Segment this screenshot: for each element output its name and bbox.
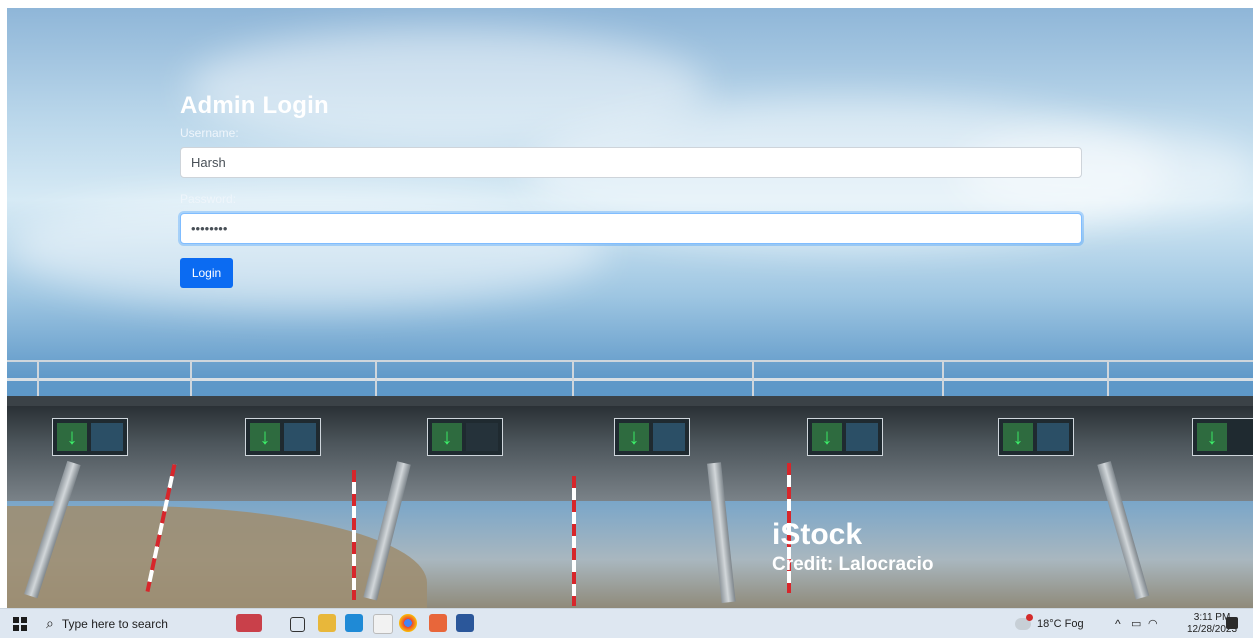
railing	[7, 378, 1253, 381]
search-icon: ⌕	[46, 615, 54, 631]
lane-sign: ↓	[52, 418, 128, 456]
admin-login-form: Admin Login Username: Password: Login	[180, 92, 1082, 288]
railing	[7, 360, 1253, 362]
battery-icon[interactable]: ▭	[1131, 609, 1141, 638]
lane-sign: ↓	[1192, 418, 1253, 456]
down-arrow-icon: ↓	[1197, 423, 1227, 451]
lane-sign-panel	[653, 423, 685, 451]
down-arrow-icon: ↓	[619, 423, 649, 451]
down-arrow-icon: ↓	[1003, 423, 1033, 451]
vscode-icon[interactable]	[345, 614, 363, 632]
taskbar-search-box[interactable]: ⌕ Type here to search	[46, 609, 216, 638]
username-input[interactable]	[180, 147, 1082, 178]
wifi-icon[interactable]: ◠	[1148, 609, 1158, 638]
lane-sign: ↓	[245, 418, 321, 456]
page-title: Admin Login	[180, 92, 329, 119]
username-label: Username:	[180, 126, 239, 140]
weather-widget[interactable]: 18°C Fog	[1015, 609, 1084, 638]
password-input[interactable]	[180, 213, 1082, 244]
word-icon[interactable]	[456, 614, 474, 632]
watermark-brand: iStock	[772, 518, 863, 551]
lane-sign-panel	[1037, 423, 1069, 451]
windows-start-icon[interactable]	[12, 609, 32, 638]
railing-post	[375, 360, 377, 396]
password-label: Password:	[180, 192, 237, 206]
paint-icon[interactable]	[373, 614, 393, 634]
down-arrow-icon: ↓	[812, 423, 842, 451]
lane-sign-panel	[284, 423, 316, 451]
fog-icon	[1015, 613, 1033, 630]
search-placeholder: Type here to search	[61, 616, 168, 631]
down-arrow-icon: ↓	[57, 423, 87, 451]
toll-gate-arm	[352, 470, 356, 600]
toll-gate-arm	[572, 476, 576, 606]
stock-watermark: iStock Credit: Lalocracio	[772, 518, 934, 576]
railing-post	[37, 360, 39, 396]
lane-sign: ↓	[614, 418, 690, 456]
down-arrow-icon: ↓	[432, 423, 462, 451]
tray-chevron-icon[interactable]: ^	[1115, 609, 1121, 638]
railing-post	[1107, 360, 1109, 396]
login-button[interactable]: Login	[180, 258, 233, 288]
chrome-icon[interactable]	[399, 614, 417, 632]
browser-viewport: ↓ ↓ ↓ ↓ ↓ ↓ ↓ iStock Credit: Lalocracio …	[7, 8, 1253, 608]
railing-post	[752, 360, 754, 396]
taskbar: ⌕ Type here to search 18°C Fog ^ ▭ ◠ 3:1…	[0, 608, 1253, 638]
weather-text: 18°C Fog	[1037, 617, 1084, 630]
calendar-widget-icon[interactable]	[236, 614, 262, 632]
notifications-icon[interactable]	[1226, 617, 1238, 629]
file-explorer-icon[interactable]	[318, 614, 336, 632]
lane-sign: ↓	[427, 418, 503, 456]
railing-post	[942, 360, 944, 396]
lane-sign: ↓	[807, 418, 883, 456]
task-view-icon[interactable]	[290, 617, 305, 632]
down-arrow-icon: ↓	[250, 423, 280, 451]
lane-sign-panel	[91, 423, 123, 451]
lane-sign-panel	[466, 423, 498, 451]
watermark-credit: Credit: Lalocracio	[772, 554, 934, 575]
railing-post	[572, 360, 574, 396]
lane-sign: ↓	[998, 418, 1074, 456]
xampp-icon[interactable]	[429, 614, 447, 632]
railing-post	[190, 360, 192, 396]
lane-sign-panel	[846, 423, 878, 451]
